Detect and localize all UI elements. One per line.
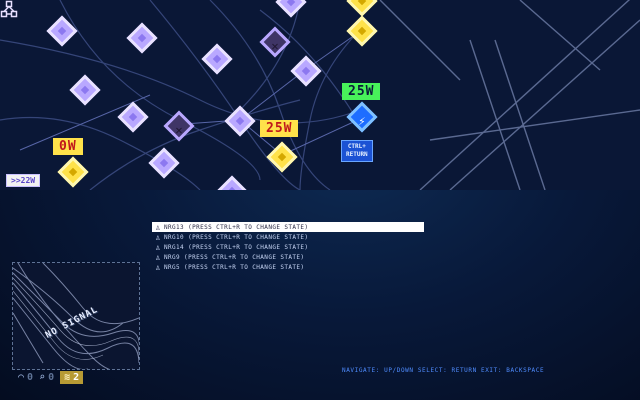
wifi-stat: ◠ 0 bbox=[18, 371, 34, 383]
robot-icon: ♙ bbox=[155, 262, 161, 272]
ctrl-return-hint: CTRL+ RETURN bbox=[341, 140, 373, 162]
energy-icon: ≋ bbox=[64, 371, 71, 383]
robot-icon: ♙ bbox=[155, 232, 161, 242]
robot-icon: ♙ bbox=[155, 222, 161, 232]
menu-item[interactable]: ♙ NRG14 (PRESS CTRL+R TO CHANGE STATE) bbox=[152, 242, 424, 252]
energy-stat: ≋ 2 bbox=[60, 370, 84, 384]
wifi-icon: ◠ bbox=[18, 371, 25, 383]
menu-item[interactable]: ♙ NRG10 (PRESS CTRL+R TO CHANGE STATE) bbox=[152, 232, 424, 242]
robot-icon: ♙ bbox=[155, 252, 161, 262]
watt-label: 25W bbox=[342, 83, 381, 100]
network-map[interactable]: ✕ ✕ ⚡ 0W 25W 25W CTRL+ RETURN >>22W bbox=[0, 0, 640, 190]
search-stat: ⌕ 0 bbox=[39, 371, 55, 383]
lightning-icon: ⚡ bbox=[358, 114, 366, 129]
map-wires bbox=[0, 0, 640, 190]
watt-label: 0W bbox=[53, 138, 83, 155]
robot-icon: ♙ bbox=[155, 242, 161, 252]
menu-item[interactable]: ♙ NRG5 (PRESS CTRL+R TO CHANGE STATE) bbox=[152, 262, 424, 272]
x-icon: ✕ bbox=[175, 123, 183, 138]
menu-item[interactable]: ♙ NRG13 (PRESS CTRL+R TO CHANGE STATE) bbox=[152, 222, 424, 232]
search-icon: ⌕ bbox=[39, 371, 46, 383]
menu-item[interactable]: ♙ NRG9 (PRESS CTRL+R TO CHANGE STATE) bbox=[152, 252, 424, 262]
x-icon: ✕ bbox=[271, 39, 279, 54]
controls-hint: NAVIGATE: UP/DOWN SELECT: RETURN EXIT: B… bbox=[342, 367, 545, 374]
network-icon bbox=[0, 0, 18, 18]
watt-label: 25W bbox=[260, 120, 299, 137]
stats-bar: ◠ 0 ⌕ 0 ≋ 2 bbox=[18, 369, 84, 385]
offscreen-node-tag[interactable]: >>22W bbox=[6, 174, 41, 187]
node-list-menu: ♙ NRG13 (PRESS CTRL+R TO CHANGE STATE) ♙… bbox=[152, 222, 424, 272]
